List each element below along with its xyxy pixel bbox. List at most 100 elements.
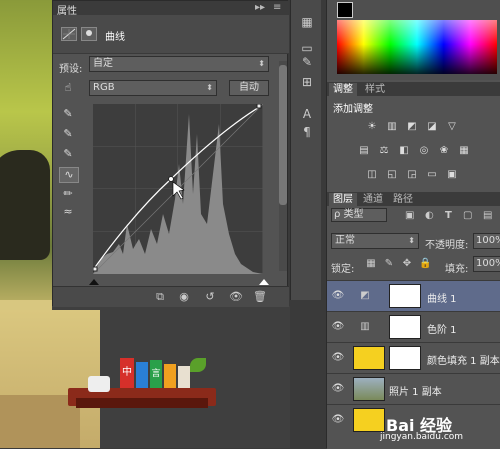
adjustment-icons-row2: ▤ ⚖ ◧ ◎ ❀ ▦ [359, 144, 495, 158]
layer-name: 颜色填充 1 副本 [427, 356, 500, 367]
layer-row[interactable]: 👁 照片 1 副本 [327, 373, 500, 404]
vibrance-icon[interactable]: ▽ [445, 120, 459, 134]
white-point-slider[interactable] [259, 277, 269, 285]
black-white-icon[interactable]: ◧ [397, 144, 411, 158]
filter-pixel-icon[interactable]: ▣ [405, 210, 414, 221]
filter-adjust-icon[interactable]: ◐ [425, 210, 434, 221]
tab-styles[interactable]: 样式 [361, 83, 389, 96]
properties-panel: 属性 ▸▸ ≡ 曲线 预设: 自定 ⬍ ☝ RGB ⬍ 自动 ✎ ✎ ✎ ∿ ✏… [52, 0, 289, 307]
clip-to-layer-icon[interactable]: ⧉ [153, 290, 167, 304]
trash-icon[interactable]: 🗑 [253, 290, 267, 304]
lock-pixels-icon[interactable]: ✎ [383, 258, 395, 270]
layer-thumb[interactable] [353, 408, 385, 432]
logo-book-blue [136, 362, 148, 388]
sliders-icon[interactable]: ⊞ [299, 74, 315, 90]
pencil-icon[interactable]: ✏ [61, 187, 75, 201]
eye-icon[interactable]: 👁 [331, 383, 345, 395]
channel-mixer-icon[interactable]: ❀ [437, 144, 451, 158]
tab-channels[interactable]: 通道 [359, 193, 387, 206]
lock-transparent-icon[interactable]: ▦ [365, 258, 377, 270]
gradient-map-icon[interactable]: ▭ [425, 168, 439, 182]
blend-mode-dropdown[interactable]: 正常 ⬍ [331, 233, 419, 249]
bookshelf-logo-base [76, 398, 208, 408]
curves-adjust-icon[interactable] [61, 27, 77, 41]
eye-icon[interactable]: 👁 [331, 352, 345, 364]
reset-icon[interactable]: ↺ [203, 290, 217, 304]
lock-label: 锁定: [331, 264, 355, 275]
black-point-slider[interactable] [89, 277, 99, 285]
curves-icon[interactable]: ◩ [405, 120, 419, 134]
properties-footer: ⧉ ◉ ↺ 👁 🗑 [53, 286, 289, 307]
photo-filter-icon[interactable]: ◎ [417, 144, 431, 158]
threshold-icon[interactable]: ◲ [405, 168, 419, 182]
on-image-adjust-icon[interactable]: ☝ [61, 81, 75, 95]
invert-icon[interactable]: ◫ [365, 168, 379, 182]
properties-title-bar[interactable]: 属性 ▸▸ ≡ [53, 1, 289, 17]
layer-row[interactable]: 👁 颜色填充 1 副本 [327, 342, 500, 373]
layer-row[interactable]: 👁 ◩ 曲线 1 [327, 280, 500, 311]
layer-mask-thumb[interactable] [389, 315, 421, 339]
color-spectrum-shade [337, 20, 497, 74]
curve-edit-icon[interactable]: ∿ [59, 167, 79, 183]
tab-layers[interactable]: 图层 [329, 193, 357, 206]
collapse-icon[interactable]: ▸▸ [255, 2, 265, 13]
chevron-updown-icon: ⬍ [408, 236, 415, 245]
eye-icon[interactable]: 👁 [331, 321, 345, 333]
tab-adjustments[interactable]: 调整 [329, 83, 357, 96]
eye-icon[interactable]: 👁 [331, 290, 345, 302]
dock-lower [290, 300, 326, 448]
tab-paths[interactable]: 路径 [389, 193, 417, 206]
layer-row[interactable]: 👁 ▥ 色阶 1 [327, 311, 500, 342]
logo-box-icon [88, 376, 110, 392]
eyedropper-black-icon[interactable]: ✎ [61, 107, 75, 121]
layer-mask-thumb[interactable] [389, 346, 421, 370]
filter-text-icon[interactable]: T [445, 210, 452, 221]
preset-dropdown[interactable]: 自定 ⬍ [89, 56, 269, 72]
opacity-field[interactable]: 100% [473, 233, 500, 249]
paragraph-icon[interactable]: ¶ [299, 124, 315, 140]
fill-field[interactable]: 100% [473, 256, 500, 272]
fill-color-thumb[interactable] [353, 346, 385, 370]
mask-icon[interactable] [81, 27, 97, 41]
lock-all-icon[interactable]: 🔒 [419, 258, 431, 270]
panel-dock-toolbar: ▦ ▭ ✎ ⊞ A ¶ [290, 0, 321, 300]
color-lookup-icon[interactable]: ▦ [457, 144, 471, 158]
levels-icon[interactable]: ▥ [385, 120, 399, 134]
brush-icon[interactable]: ✎ [299, 54, 315, 70]
eyedropper-gray-icon[interactable]: ✎ [61, 127, 75, 141]
channel-dropdown[interactable]: RGB ⬍ [89, 80, 217, 96]
filter-shape-icon[interactable]: ▢ [463, 210, 472, 221]
layer-name: 色阶 1 [427, 325, 457, 336]
auto-button[interactable]: 自动 [229, 80, 269, 96]
layer-filter-dropdown[interactable]: ρ 类型 [331, 208, 387, 222]
curves-histogram[interactable] [92, 103, 264, 275]
panel-menu-icon[interactable]: ≡ [273, 2, 281, 13]
layer-name: 曲线 1 [427, 294, 457, 305]
logo-book-red: 中 [120, 358, 134, 388]
history-icon[interactable]: ▦ [299, 14, 315, 30]
foreground-color[interactable] [337, 2, 353, 18]
eye-icon[interactable]: 👁 [331, 414, 345, 426]
filter-smart-icon[interactable]: ▤ [483, 210, 492, 221]
color-balance-icon[interactable]: ⚖ [377, 144, 391, 158]
properties-header: 曲线 [53, 15, 289, 54]
smooth-icon[interactable]: ≈ [61, 205, 75, 219]
photo-thumb[interactable] [353, 377, 385, 401]
channel-value: RGB [93, 82, 115, 93]
layer-mask-thumb[interactable] [389, 284, 421, 308]
visibility-eye-icon[interactable]: 👁 [229, 290, 243, 304]
posterize-icon[interactable]: ◱ [385, 168, 399, 182]
curves-layer-icon: ◩ [360, 290, 370, 301]
hue-icon[interactable]: ▤ [357, 144, 371, 158]
view-previous-icon[interactable]: ◉ [177, 290, 191, 304]
curves-graph[interactable] [92, 103, 264, 275]
opacity-label: 不透明度: [425, 240, 469, 251]
brightness-icon[interactable]: ☀ [365, 120, 379, 134]
lock-position-icon[interactable]: ✥ [401, 258, 413, 270]
preset-value: 自定 [93, 58, 113, 69]
character-icon[interactable]: A [299, 106, 315, 122]
selective-color-icon[interactable]: ▣ [445, 168, 459, 182]
scrollbar-thumb[interactable] [279, 65, 287, 205]
eyedropper-white-icon[interactable]: ✎ [61, 147, 75, 161]
exposure-icon[interactable]: ◪ [425, 120, 439, 134]
